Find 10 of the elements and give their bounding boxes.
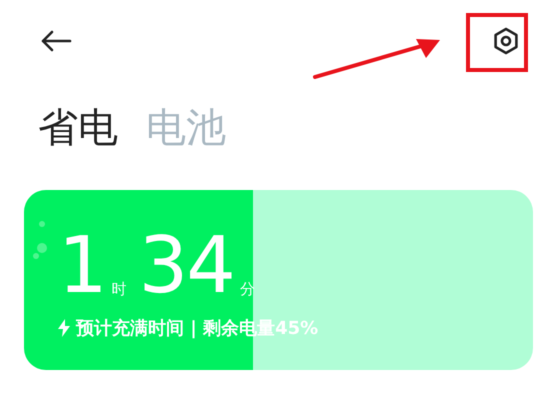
highlight-box (466, 13, 528, 72)
lightning-icon (58, 319, 70, 337)
hours-unit: 时 (112, 280, 127, 298)
hours-value: 1 (58, 234, 106, 298)
back-arrow-icon (40, 29, 72, 53)
settings-button[interactable] (493, 27, 519, 55)
settings-icon (493, 27, 519, 55)
minutes-value: 34 (138, 234, 234, 298)
back-button[interactable] (40, 29, 72, 53)
tab[interactable]: 省电 (38, 104, 118, 152)
